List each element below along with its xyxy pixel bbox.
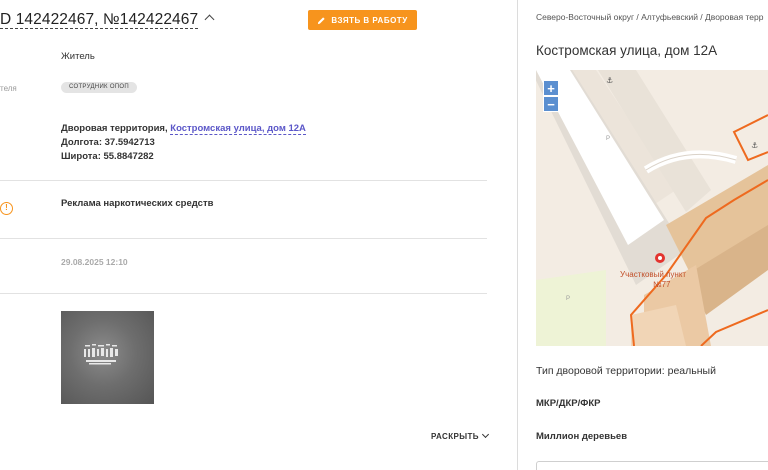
warning-icon: ! <box>0 202 13 215</box>
million-trees-field[interactable] <box>536 461 768 470</box>
zoom-out-button[interactable]: − <box>543 96 559 112</box>
map-zoom-controls: + − <box>543 80 559 112</box>
map-canvas: P P ⚓ ⚓ Участковый пункт №77 <box>536 70 768 346</box>
map-poi-icon: ⚓ <box>606 76 613 85</box>
attachment-photo[interactable] <box>61 311 154 404</box>
created-date: 29.08.2025 12:10 <box>61 257 128 267</box>
million-trees-label: Миллион деревьев <box>536 431 628 442</box>
divider <box>0 238 487 239</box>
side-label: теля <box>0 84 17 93</box>
mkr-label: МКР/ДКР/ФКР <box>536 398 601 409</box>
map-parking-label-1: P <box>606 136 610 142</box>
pencil-icon <box>318 16 325 24</box>
map-poi-label-number: №77 <box>653 280 671 289</box>
map[interactable]: P P ⚓ ⚓ Участковый пункт №77 + − <box>536 70 768 346</box>
request-number: D 142422467, №142422467 <box>0 11 199 29</box>
territory-type: Тип дворовой территории: реальный <box>536 365 716 377</box>
address-title: Костромская улица, дом 12А <box>536 43 718 58</box>
chevron-up-icon[interactable] <box>204 14 215 25</box>
territory-prefix: Дворовая территория, <box>61 123 168 134</box>
take-in-work-button[interactable]: ВЗЯТЬ В РАБОТУ <box>308 10 417 30</box>
map-parking-label-2: P <box>566 296 570 302</box>
request-title[interactable]: D 142422467, №142422467 <box>0 11 215 29</box>
take-in-work-label: ВЗЯТЬ В РАБОТУ <box>331 15 408 25</box>
latitude: Широта: 55.8847282 <box>61 151 154 162</box>
status-badge: СОТРУДНИК ОПОП <box>61 82 137 93</box>
territory-address-link[interactable]: Костромская улица, дом 12А <box>170 123 306 135</box>
divider <box>0 180 487 181</box>
address-panel: Северо-Восточный округ / Алтуфьевский / … <box>518 0 768 470</box>
longitude: Долгота: 37.5942713 <box>61 137 155 148</box>
applicant-role: Житель <box>61 51 95 62</box>
divider <box>0 293 487 294</box>
zoom-in-button[interactable]: + <box>543 80 559 96</box>
map-poi-icon: ⚓ <box>751 141 758 150</box>
expand-button[interactable]: РАСКРЫТЬ <box>431 430 489 441</box>
expand-label: РАСКРЫТЬ <box>431 432 479 441</box>
problem-type: Реклама наркотических средств <box>61 198 214 209</box>
breadcrumb[interactable]: Северо-Восточный округ / Алтуфьевский / … <box>536 12 763 22</box>
request-details-panel: D 142422467, №142422467 ВЗЯТЬ В РАБОТУ Ж… <box>0 0 517 470</box>
stencil-graffiti-image <box>84 344 118 365</box>
territory-line: Дворовая территория, Костромская улица, … <box>61 123 306 135</box>
chevron-down-icon <box>481 430 489 439</box>
map-poi-label: Участковый пункт <box>620 270 686 279</box>
